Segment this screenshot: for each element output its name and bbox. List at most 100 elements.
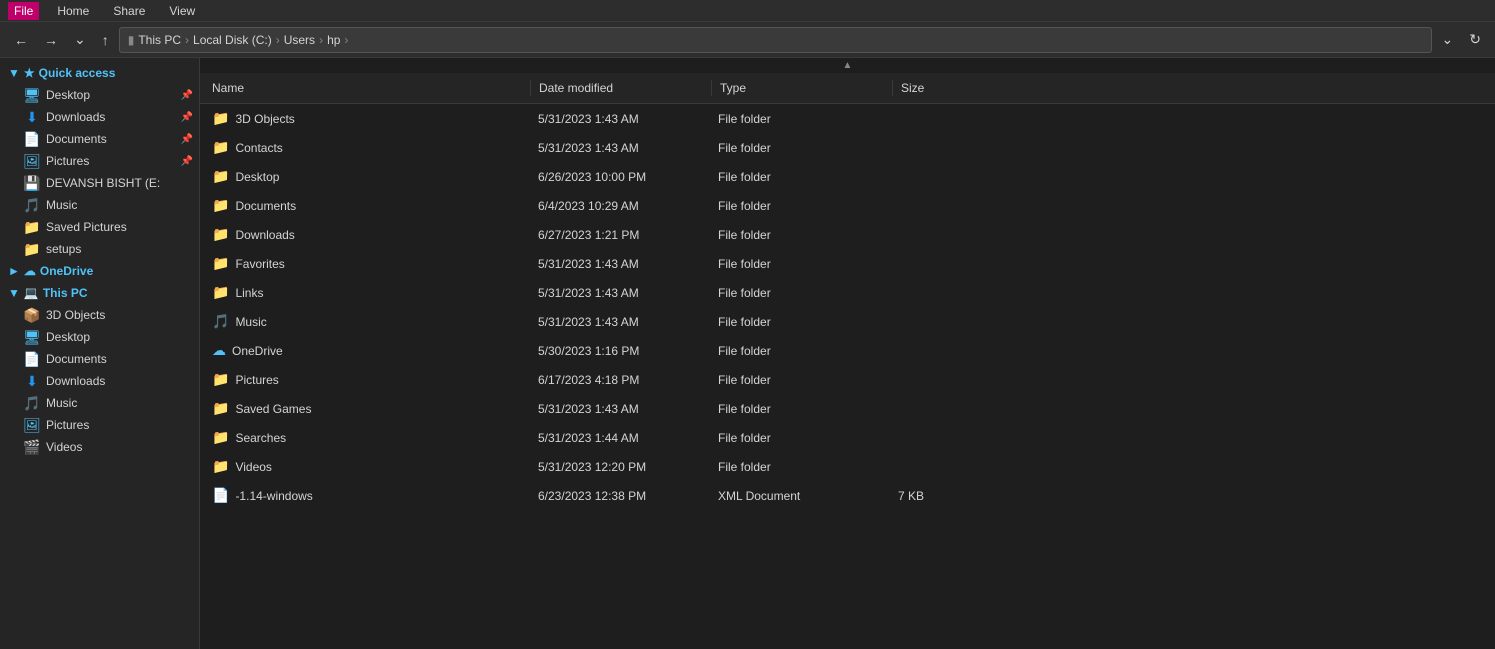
column-date[interactable]: Date modified — [531, 77, 711, 99]
menu-home[interactable]: Home — [51, 2, 95, 20]
table-row[interactable]: 📁 Contacts 5/31/2023 1:43 AM File folder — [200, 133, 1495, 162]
table-row[interactable]: 📁 Desktop 6/26/2023 10:00 PM File folder — [200, 162, 1495, 191]
column-name[interactable]: Name — [200, 77, 530, 99]
file-date-12: 5/31/2023 12:20 PM — [530, 456, 710, 478]
dropdown-history-button[interactable]: ⌄ — [1436, 27, 1460, 52]
breadcrumb-this-pc[interactable]: This PC — [138, 33, 181, 47]
address-bar[interactable]: ▮ This PC › Local Disk (C:) › Users › hp… — [119, 27, 1432, 53]
up-button[interactable]: ↑ — [96, 28, 115, 52]
sidebar-documents-pc-label: Documents — [46, 352, 107, 366]
menu-file[interactable]: File — [8, 2, 39, 20]
table-row[interactable]: 📁 Searches 5/31/2023 1:44 AM File folder — [200, 423, 1495, 452]
setups-icon: 📁 — [24, 241, 40, 257]
pictures-pc-icon: 🖼 — [24, 417, 40, 433]
file-size-5 — [890, 260, 990, 268]
file-size-7 — [890, 318, 990, 326]
file-date-4: 6/27/2023 1:21 PM — [530, 224, 710, 246]
sidebar-documents-label: Documents — [46, 132, 107, 146]
file-list: ▲ Name Date modified Type Size 📁 3D Obje… — [200, 58, 1495, 649]
file-date-8: 5/30/2023 1:16 PM — [530, 340, 710, 362]
table-row[interactable]: 🎵 Music 5/31/2023 1:43 AM File folder — [200, 307, 1495, 336]
file-type-9: File folder — [710, 369, 890, 391]
sidebar-item-music-pc[interactable]: 🎵 Music — [0, 392, 199, 414]
sidebar-downloads-pc-label: Downloads — [46, 374, 105, 388]
sidebar-item-desktop[interactable]: 🖥 Desktop 📌 — [0, 84, 199, 106]
sidebar-item-downloads-pc[interactable]: ⬇ Downloads — [0, 370, 199, 392]
sidebar-item-documents-pc[interactable]: 📄 Documents — [0, 348, 199, 370]
refresh-button[interactable]: ↻ — [1463, 27, 1487, 52]
table-row[interactable]: 📁 3D Objects 5/31/2023 1:43 AM File fold… — [200, 104, 1495, 133]
table-row[interactable]: 📄 -1.14-windows 6/23/2023 12:38 PM XML D… — [200, 481, 1495, 510]
sidebar-item-music-quick[interactable]: 🎵 Music — [0, 194, 199, 216]
3d-objects-icon: 📦 — [24, 307, 40, 323]
sidebar-pictures-label: Pictures — [46, 154, 89, 168]
downloads-icon: ⬇ — [24, 109, 40, 125]
sidebar-item-pictures[interactable]: 🖼 Pictures 📌 — [0, 150, 199, 172]
sidebar-section-this-pc[interactable]: ▼ 💻 This PC — [0, 282, 199, 304]
sidebar-music-pc-label: Music — [46, 396, 77, 410]
file-date-13: 6/23/2023 12:38 PM — [530, 485, 710, 507]
file-date-5: 5/31/2023 1:43 AM — [530, 253, 710, 275]
sidebar-item-desktop-pc[interactable]: 🖥 Desktop — [0, 326, 199, 348]
sidebar-item-pictures-pc[interactable]: 🖼 Pictures — [0, 414, 199, 436]
desktop-pc-icon: 🖥 — [24, 329, 40, 345]
forward-button[interactable]: → — [38, 28, 64, 52]
table-row[interactable]: 📁 Favorites 5/31/2023 1:43 AM File folde… — [200, 249, 1495, 278]
file-size-9 — [890, 376, 990, 384]
table-row[interactable]: ☁ OneDrive 5/30/2023 1:16 PM File folder — [200, 336, 1495, 365]
sidebar-downloads-label: Downloads — [46, 110, 105, 124]
table-row[interactable]: 📁 Videos 5/31/2023 12:20 PM File folder — [200, 452, 1495, 481]
column-size[interactable]: Size — [893, 77, 993, 99]
sidebar-section-quick-access[interactable]: ▼ ★ Quick access — [0, 62, 199, 84]
saved-pictures-icon: 📁 — [24, 219, 40, 235]
nav-dropdown-button[interactable]: ⌄ — [68, 27, 92, 52]
videos-pc-icon: 🎬 — [24, 439, 40, 455]
file-type-4: File folder — [710, 224, 890, 246]
sidebar-item-downloads[interactable]: ⬇ Downloads 📌 — [0, 106, 199, 128]
menu-bar: File Home Share View — [0, 0, 1495, 22]
breadcrumb-hp[interactable]: hp — [327, 33, 340, 47]
table-row[interactable]: 📁 Pictures 6/17/2023 4:18 PM File folder — [200, 365, 1495, 394]
table-row[interactable]: 📁 Documents 6/4/2023 10:29 AM File folde… — [200, 191, 1495, 220]
table-row[interactable]: 📁 Saved Games 5/31/2023 1:43 AM File fol… — [200, 394, 1495, 423]
back-button[interactable]: ← — [8, 28, 34, 52]
sidebar-setups-label: setups — [46, 242, 81, 256]
file-type-10: File folder — [710, 398, 890, 420]
column-type[interactable]: Type — [712, 77, 892, 99]
sidebar-item-setups[interactable]: 📁 setups — [0, 238, 199, 260]
menu-view[interactable]: View — [163, 2, 201, 20]
this-pc-icon: 💻 — [24, 286, 39, 300]
sidebar-item-documents[interactable]: 📄 Documents 📌 — [0, 128, 199, 150]
chevron-down-icon-thispc: ▼ — [8, 286, 20, 300]
pin-icon-desktop: 📌 — [181, 90, 193, 101]
sidebar-item-devansh[interactable]: 💾 DEVANSH BISHT (E: — [0, 172, 199, 194]
sidebar-saved-pictures-label: Saved Pictures — [46, 220, 127, 234]
file-type-11: File folder — [710, 427, 890, 449]
file-type-5: File folder — [710, 253, 890, 275]
pictures-icon: 🖼 — [24, 153, 40, 169]
file-name-2: 📁 Desktop — [200, 164, 530, 189]
sidebar-item-videos-pc[interactable]: 🎬 Videos — [0, 436, 199, 458]
menu-share[interactable]: Share — [107, 2, 151, 20]
music-icon-quick: 🎵 — [24, 197, 40, 213]
sidebar-onedrive-label: OneDrive — [40, 264, 93, 278]
table-row[interactable]: 📁 Downloads 6/27/2023 1:21 PM File folde… — [200, 220, 1495, 249]
sidebar-videos-pc-label: Videos — [46, 440, 82, 454]
sidebar-item-saved-pictures[interactable]: 📁 Saved Pictures — [0, 216, 199, 238]
onedrive-cloud-icon: ☁ — [24, 264, 36, 278]
file-type-2: File folder — [710, 166, 890, 188]
file-name-10: 📁 Saved Games — [200, 396, 530, 421]
file-name-4: 📁 Downloads — [200, 222, 530, 247]
pin-icon-documents: 📌 — [181, 134, 193, 145]
file-type-1: File folder — [710, 137, 890, 159]
sidebar-section-onedrive[interactable]: ► ☁ OneDrive — [0, 260, 199, 282]
breadcrumb-local-disk[interactable]: Local Disk (C:) — [193, 33, 272, 47]
chevron-down-icon: ▼ — [8, 66, 20, 80]
desktop-icon: 🖥 — [24, 87, 40, 103]
scroll-up-indicator: ▲ — [200, 58, 1495, 73]
file-name-12: 📁 Videos — [200, 454, 530, 479]
table-row[interactable]: 📁 Links 5/31/2023 1:43 AM File folder — [200, 278, 1495, 307]
sidebar-devansh-label: DEVANSH BISHT (E: — [46, 176, 160, 190]
sidebar-item-3d-objects[interactable]: 📦 3D Objects — [0, 304, 199, 326]
breadcrumb-users[interactable]: Users — [284, 33, 315, 47]
